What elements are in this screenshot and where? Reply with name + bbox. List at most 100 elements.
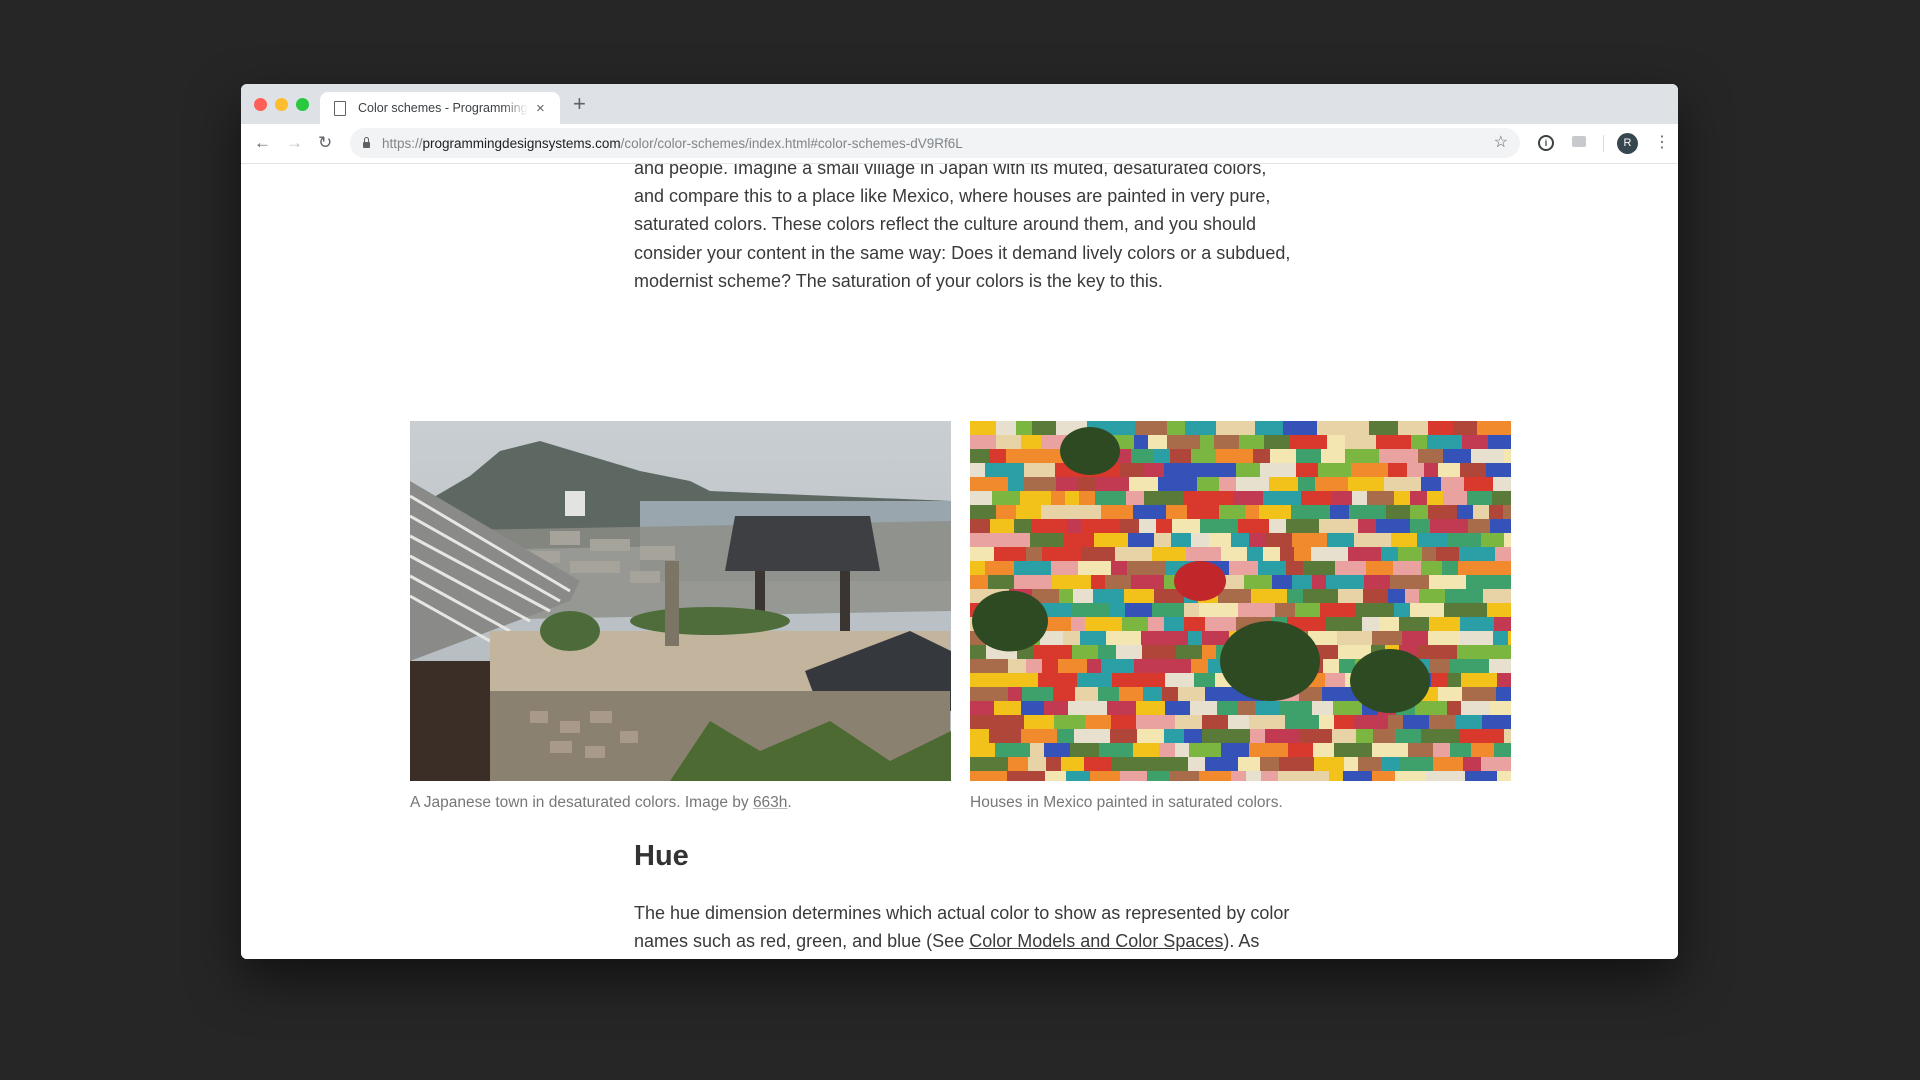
house-block (1493, 477, 1511, 491)
house-block (1200, 519, 1238, 534)
house-block (1028, 757, 1046, 773)
image-credit-link[interactable]: 663h (753, 794, 787, 811)
house-block (970, 645, 986, 660)
house-block (1219, 477, 1236, 493)
house-block (1348, 477, 1384, 493)
house-block (1447, 673, 1461, 689)
reload-icon[interactable]: ↻ (318, 132, 332, 154)
house-block (989, 449, 1006, 463)
house-block (1231, 533, 1249, 547)
house-block (1209, 533, 1231, 547)
house-block (1238, 757, 1260, 771)
house-block (1447, 701, 1461, 715)
house-block (1497, 771, 1511, 781)
house-block (1147, 771, 1170, 781)
house-block (1007, 771, 1045, 781)
house-block (1148, 617, 1164, 631)
color-models-link[interactable]: Color Models and Color Spaces (969, 931, 1223, 951)
tab-strip: Color schemes - Programming Design Syste… (241, 84, 1678, 124)
house-block (1081, 547, 1115, 562)
house-block (1493, 631, 1508, 645)
back-arrow-icon[interactable]: ← (254, 132, 271, 154)
house-block (1162, 687, 1178, 703)
caption-text: A Japanese town in desaturated colors. I… (410, 794, 753, 811)
house-block (1141, 631, 1170, 645)
house-block (1008, 757, 1028, 771)
url-host: programmingdesignsystems.com (422, 135, 621, 151)
house-block (1045, 771, 1066, 781)
house-block (1477, 421, 1511, 436)
extension-icon[interactable] (1572, 136, 1586, 147)
new-tab-button[interactable]: + (573, 93, 586, 115)
house-block (1285, 715, 1319, 731)
forward-arrow-icon[interactable]: → (286, 132, 303, 154)
house-block (1459, 547, 1495, 562)
profile-avatar[interactable]: R (1617, 133, 1638, 154)
house-block (1048, 617, 1071, 631)
page-content[interactable]: and people. Imagine a small village in J… (241, 164, 1678, 959)
house-block (992, 491, 1020, 506)
house-block (1200, 435, 1214, 451)
house-block (970, 491, 992, 506)
house-block (1099, 743, 1133, 759)
house-block (1318, 463, 1351, 479)
house-block (1154, 449, 1170, 463)
house-block (970, 701, 994, 715)
house-block (1139, 519, 1156, 534)
tree (1350, 649, 1430, 713)
house-block (1384, 477, 1421, 493)
house-block (1461, 701, 1490, 715)
house-block (1126, 491, 1144, 505)
house-block (1325, 673, 1345, 687)
house-block (1194, 673, 1215, 688)
house-block (1122, 617, 1148, 631)
house-block (1265, 729, 1299, 743)
house-block (1426, 771, 1465, 781)
house-block (1229, 561, 1258, 577)
house-block (1199, 603, 1238, 619)
tab-active[interactable]: Color schemes - Programming Design Syste… (320, 92, 560, 124)
house-block (1399, 617, 1429, 632)
house-block (1332, 491, 1352, 505)
house-block (1431, 673, 1447, 689)
house-block (1249, 743, 1288, 758)
house-block (1191, 449, 1216, 465)
house-block (1398, 547, 1422, 562)
close-window-button[interactable] (254, 98, 267, 111)
house-block (1071, 603, 1110, 618)
house-block (1152, 547, 1186, 561)
house-block (1319, 715, 1334, 729)
house-block (1335, 561, 1366, 575)
house-block (970, 743, 995, 758)
house-block (1080, 631, 1106, 645)
house-block (1320, 603, 1356, 617)
lock-icon[interactable] (363, 137, 370, 148)
browser-menu-icon[interactable]: ⋮ (1654, 132, 1670, 154)
caption-suffix: . (787, 794, 792, 811)
house-block (1131, 449, 1154, 463)
house-block (1098, 687, 1119, 702)
house-block (1326, 575, 1364, 591)
url-text[interactable]: https://programmingdesignsystems.com/col… (382, 136, 963, 151)
house-block (1152, 603, 1184, 617)
close-tab-icon[interactable]: × (536, 100, 545, 117)
house-block (1428, 505, 1457, 521)
house-block (1014, 575, 1052, 589)
house-block (987, 715, 1024, 730)
browser-toolbar: ← → ↻ https://programmingdesignsystems.c… (241, 124, 1678, 164)
bookmark-star-icon[interactable]: ☆ (1494, 132, 1508, 152)
minimize-window-button[interactable] (275, 98, 288, 111)
house-block (1255, 421, 1283, 436)
house-block (1221, 743, 1249, 757)
extension-info-icon[interactable]: i (1538, 135, 1554, 151)
house-block (1398, 421, 1428, 435)
house-block (1042, 547, 1081, 562)
address-bar[interactable]: https://programmingdesignsystems.com/col… (350, 128, 1520, 158)
house-block (1265, 533, 1292, 547)
japan-town-illustration (410, 421, 951, 781)
tree (972, 590, 1048, 652)
house-block (1405, 589, 1419, 604)
house-block (1372, 631, 1402, 646)
house-block (1261, 771, 1278, 781)
maximize-window-button[interactable] (296, 98, 309, 111)
